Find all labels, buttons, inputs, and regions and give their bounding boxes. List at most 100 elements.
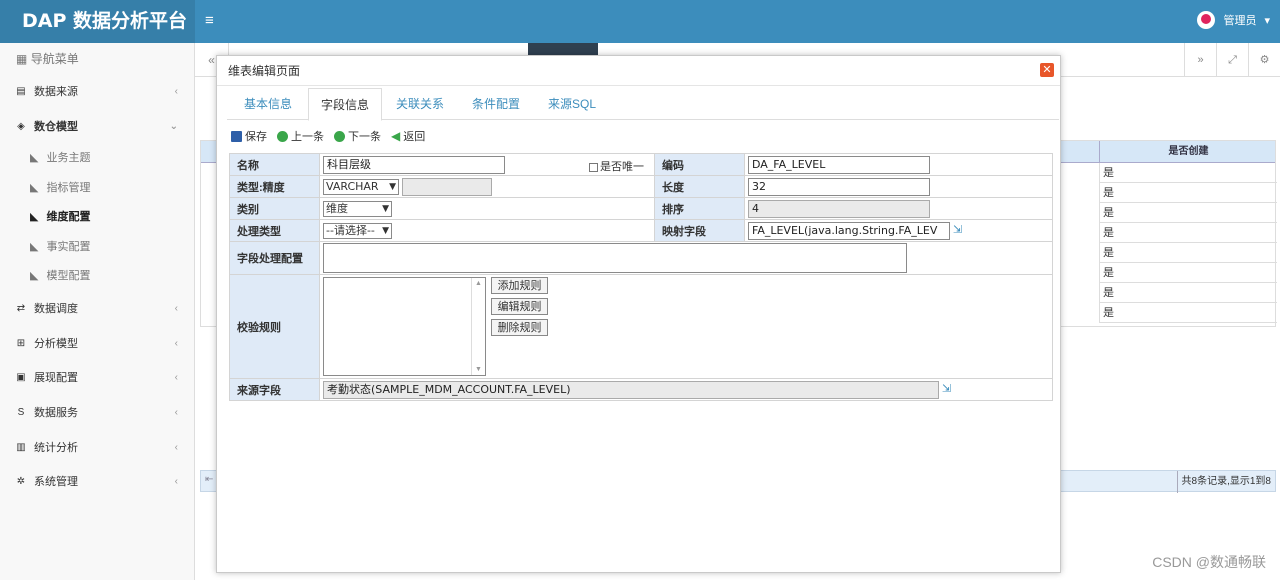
first-page-icon[interactable]: ⇤: [205, 474, 213, 485]
active-tab-indicator: [528, 43, 598, 55]
sidebar-subitem-model[interactable]: ◣ 模型配置: [0, 262, 194, 292]
settings-icon[interactable]: ⚙: [1248, 43, 1280, 77]
chevron-left-icon: ‹: [174, 406, 178, 418]
dialog-title-bar: 维表编辑页面 ✕: [217, 56, 1060, 86]
sidebar-item-scheduling[interactable]: ⇄ 数据调度 ‹: [0, 292, 194, 327]
length-label: 长度: [654, 175, 745, 198]
tab-field-info[interactable]: 字段信息: [308, 88, 383, 121]
chevron-left-icon: ‹: [174, 476, 178, 488]
tab-conditions[interactable]: 条件配置: [460, 88, 532, 120]
save-icon: [231, 130, 242, 142]
sidebar-item-analysis-model[interactable]: ⊞ 分析模型 ‹: [0, 327, 194, 362]
mapping-label: 映射字段: [654, 219, 745, 242]
table-cell: 是: [1099, 203, 1277, 223]
process-config-textarea[interactable]: [323, 243, 907, 273]
field-form: 名称 科目层级 是否唯一 编码 DA_FA_LEVEL 类型:精度 VARCHA…: [229, 153, 1053, 401]
select-source-icon[interactable]: ⇲: [942, 383, 951, 395]
menu-toggle-icon[interactable]: ≡: [205, 12, 214, 29]
tag-icon: ◣: [30, 240, 39, 253]
edit-rule-button[interactable]: 编辑规则: [491, 298, 549, 315]
dimension-edit-dialog: 维表编辑页面 ✕ 基本信息 字段信息 关联关系 条件配置 来源SQL 保存 上一…: [216, 55, 1061, 573]
gear-icon: ✲: [16, 476, 26, 488]
order-label: 排序: [654, 197, 745, 220]
database-icon: ▤: [16, 86, 26, 97]
precision-field[interactable]: [402, 177, 493, 196]
next-record-button[interactable]: 下一条: [334, 128, 381, 144]
scrollbar[interactable]: ▲ ▼: [471, 278, 485, 375]
tab-basic-info[interactable]: 基本信息: [232, 88, 304, 120]
validation-rules-label: 校验规则: [229, 274, 320, 379]
sidebar: ▦ 导航菜单 ▤ 数据来源 ‹ ◈ 数仓模型 ⌄ ◣ 业务主题 ◣ 指标管理 ◣ 维度配置 ◣…: [0, 43, 195, 580]
chevron-left-icon: ‹: [174, 337, 178, 349]
sidebar-item-data-source[interactable]: ▤ 数据来源 ‹: [0, 75, 194, 110]
user-menu[interactable]: 管理员 ▾: [1197, 11, 1270, 29]
save-button[interactable]: 保存: [231, 128, 267, 144]
sitemap-icon: ⊞: [16, 337, 26, 349]
tag-icon: ◣: [30, 181, 39, 194]
column-header-created[interactable]: 是否创建: [1099, 141, 1277, 163]
add-rule-button[interactable]: 添加规则: [491, 277, 549, 294]
prev-record-button[interactable]: 上一条: [277, 128, 324, 144]
name-field[interactable]: 科目层级: [323, 155, 505, 174]
chevron-down-icon: ⌄: [169, 120, 178, 132]
tab-source-sql[interactable]: 来源SQL: [536, 88, 608, 120]
name-label: 名称: [229, 153, 320, 176]
table-cell: 是: [1099, 303, 1277, 323]
film-icon: ▣: [16, 372, 26, 384]
table-cell: 是: [1099, 163, 1277, 183]
unique-checkbox-wrap[interactable]: 是否唯一: [589, 158, 644, 174]
code-field[interactable]: DA_FA_LEVEL: [748, 155, 930, 174]
mapping-field[interactable]: FA_LEVEL(java.lang.String.FA_LEV: [748, 221, 950, 240]
table-cell: 是: [1099, 183, 1277, 203]
sidebar-subitem-fact[interactable]: ◣ 事实配置: [0, 233, 194, 263]
s-icon: S: [17, 406, 25, 418]
chevron-down-icon: ▼: [389, 181, 396, 192]
process-config-label: 字段处理配置: [229, 241, 320, 275]
unique-checkbox[interactable]: [589, 162, 598, 172]
arrow-down-icon: [334, 130, 345, 142]
sidebar-subitem-business-topic[interactable]: ◣ 业务主题: [0, 144, 194, 174]
type-precision-label: 类型:精度: [229, 175, 320, 198]
sidebar-subitem-indicator[interactable]: ◣ 指标管理: [0, 174, 194, 204]
tab-relations[interactable]: 关联关系: [384, 88, 456, 120]
dialog-tabs: 基本信息 字段信息 关联关系 条件配置 来源SQL: [227, 88, 1059, 121]
avatar: [1197, 11, 1216, 29]
sidebar-subitem-dimension[interactable]: ◣ 维度配置: [0, 203, 194, 233]
category-select[interactable]: 维度 ▼: [323, 200, 392, 217]
close-icon[interactable]: ✕: [1040, 63, 1054, 77]
dialog-title: 维表编辑页面: [228, 64, 301, 78]
sidebar-item-system[interactable]: ✲ 系统管理 ‹: [0, 465, 194, 500]
tag-icon: ◣: [30, 211, 39, 224]
select-field-icon[interactable]: ⇲: [953, 224, 962, 236]
code-label: 编码: [654, 153, 745, 176]
shuffle-icon: ⇄: [16, 302, 26, 314]
length-field[interactable]: 32: [748, 177, 930, 196]
tag-icon: ◣: [30, 270, 39, 283]
sidebar-item-display-config[interactable]: ▣ 展现配置 ‹: [0, 361, 194, 396]
top-header: DAP 数据分析平台 ≡ 管理员 ▾: [0, 0, 1280, 43]
process-type-select[interactable]: --请选择-- ▼: [323, 222, 392, 239]
caret-down-icon: ▾: [1264, 14, 1270, 27]
table-cell: 是: [1099, 223, 1277, 243]
sidebar-item-warehouse-model[interactable]: ◈ 数仓模型 ⌄: [0, 110, 194, 145]
cubes-icon: ◈: [17, 120, 25, 132]
sidebar-item-statistics[interactable]: ▥ 统计分析 ‹: [0, 431, 194, 466]
back-button[interactable]: ◀ 返回: [391, 128, 425, 144]
validation-rules-list[interactable]: ▲ ▼: [323, 277, 486, 376]
grid-icon: ▦: [16, 52, 28, 66]
app-logo[interactable]: DAP 数据分析平台: [0, 0, 195, 43]
arrow-up-icon: [277, 130, 288, 142]
scroll-right-icon[interactable]: »: [1184, 43, 1216, 77]
type-select[interactable]: VARCHAR ▼: [323, 178, 399, 195]
fullscreen-icon[interactable]: ⤢: [1216, 43, 1248, 77]
delete-rule-button[interactable]: 删除规则: [491, 319, 549, 336]
sidebar-item-data-service[interactable]: S 数据服务 ‹: [0, 396, 194, 431]
process-type-label: 处理类型: [229, 219, 320, 242]
dialog-toolbar: 保存 上一条 下一条 ◀ 返回: [231, 128, 425, 144]
chevron-down-icon: ▼: [382, 225, 389, 236]
table-cell: 是: [1099, 283, 1277, 303]
watermark: CSDN @数通畅联: [1152, 554, 1266, 570]
order-field[interactable]: 4: [748, 199, 930, 218]
source-field[interactable]: 考勤状态(SAMPLE_MDM_ACCOUNT.FA_LEVEL): [323, 380, 939, 399]
scroll-up-icon: ▲: [475, 280, 482, 287]
